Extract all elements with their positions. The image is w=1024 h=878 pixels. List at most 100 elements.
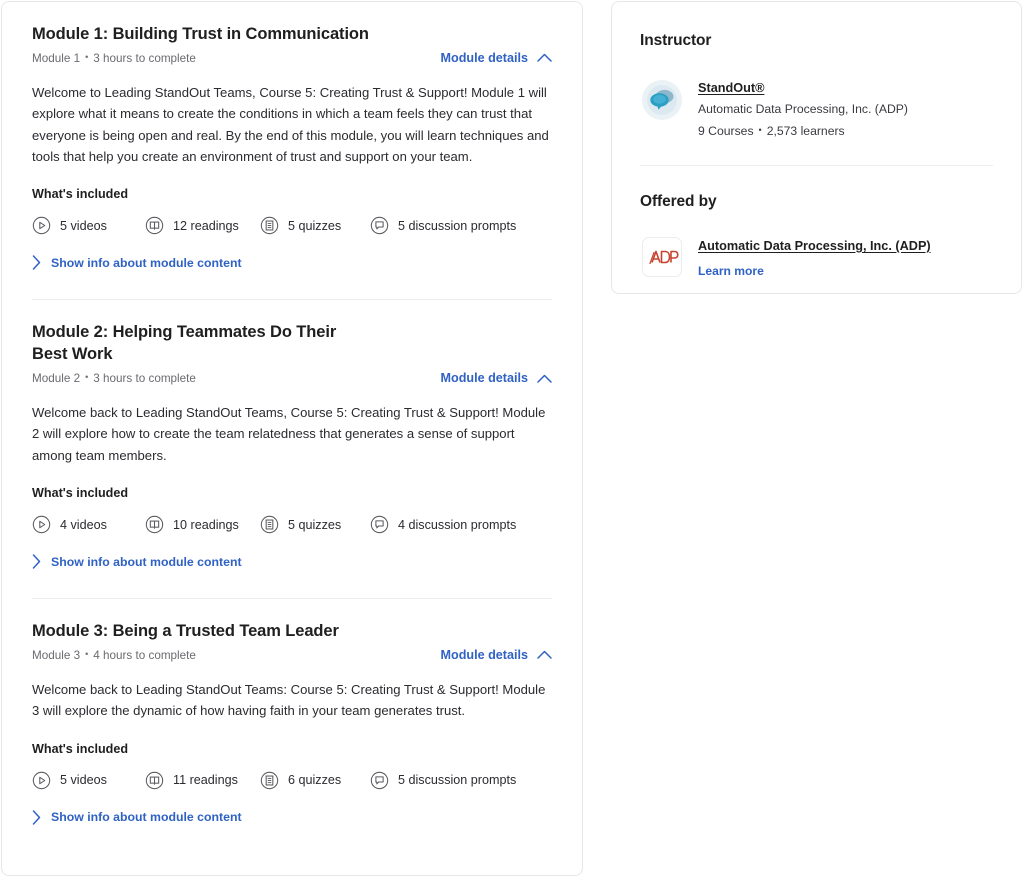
module-item: Module 1: Building Trust in Communicatio… <box>32 2 552 275</box>
show-module-content-toggle[interactable]: Show info about module content <box>32 809 242 825</box>
discussion-bubble-icon <box>370 217 389 235</box>
module-meta: Module 3 • 4 hours to complete <box>32 648 427 663</box>
module-number-label: Module 1 <box>32 51 81 65</box>
included-items-row: 5 videos 11 readings 6 quizzes 5 discuss… <box>32 771 552 790</box>
learn-more-link[interactable]: Learn more <box>698 264 764 278</box>
videos-count-label: 5 videos <box>60 773 107 788</box>
chevron-right-icon <box>32 554 41 569</box>
instructor-learner-count: 2,573 learners <box>766 123 845 138</box>
readings-count-label: 12 readings <box>173 218 239 233</box>
included-discussion-prompts: 5 discussion prompts <box>370 771 516 790</box>
whats-included-heading: What's included <box>32 486 129 500</box>
included-discussion-prompts: 4 discussion prompts <box>370 515 516 534</box>
module-title: Module 2: Helping Teammates Do Their Bes… <box>32 323 337 364</box>
video-play-icon <box>32 217 51 235</box>
module-duration-label: 4 hours to complete <box>93 648 196 662</box>
included-readings: 10 readings <box>145 515 260 534</box>
sidebar-divider <box>640 164 993 166</box>
meta-separator: • <box>85 52 89 63</box>
whats-included-heading: What's included <box>32 741 129 756</box>
stats-separator: • <box>758 125 762 136</box>
quizzes-count-label: 5 quizzes <box>288 218 342 233</box>
included-videos: 5 videos <box>32 771 145 790</box>
speech-bubbles-avatar-icon <box>642 80 682 120</box>
module-header-left: Module 2: Helping Teammates Do Their Bes… <box>32 322 427 386</box>
offered-by-heading: Offered by <box>640 192 717 210</box>
module-details-label: Module details <box>440 50 528 65</box>
chevron-right-icon <box>32 255 41 271</box>
provider-row: Automatic Data Processing, Inc. (ADP) Le… <box>640 235 993 280</box>
module-meta: Module 1 • 3 hours to complete <box>32 51 427 66</box>
book-readings-icon <box>145 515 164 534</box>
module-details-label: Module details <box>440 371 528 386</box>
provider-info: Automatic Data Processing, Inc. (ADP) Le… <box>698 235 931 280</box>
module-duration-label: 3 hours to complete <box>93 371 196 385</box>
included-videos: 5 videos <box>32 216 145 235</box>
module-number-label: Module 3 <box>32 648 81 662</box>
module-description: Welcome back to Leading StandOut Teams, … <box>32 405 546 463</box>
book-readings-icon <box>145 771 164 789</box>
chevron-up-icon <box>537 651 552 660</box>
instructor-name-link[interactable]: StandOut® <box>698 81 764 95</box>
included-quizzes: 6 quizzes <box>260 771 370 790</box>
quizzes-count-label: 6 quizzes <box>288 773 342 788</box>
module-duration-label: 3 hours to complete <box>93 51 196 65</box>
video-play-icon <box>32 771 51 789</box>
module-item: Module 2: Helping Teammates Do Their Bes… <box>32 300 552 574</box>
book-readings-icon <box>145 217 164 235</box>
chevron-right-icon <box>32 809 41 825</box>
whats-included-heading: What's included <box>32 187 129 202</box>
adp-logo <box>642 236 682 277</box>
module-description: Welcome back to Leading StandOut Teams: … <box>32 681 546 719</box>
module-details-toggle[interactable]: Module details <box>441 51 552 66</box>
instructor-sidebar-card: Instructor StandOut® Automatic Data Proc… <box>611 1 1022 294</box>
included-discussion-prompts: 5 discussion prompts <box>370 216 516 235</box>
chevron-up-icon <box>537 374 552 383</box>
adp-logo-icon <box>649 250 679 264</box>
module-number-label: Module 2 <box>32 371 81 385</box>
videos-count-label: 4 videos <box>60 517 107 532</box>
module-title: Module 3: Being a Trusted Team Leader <box>32 622 339 640</box>
instructor-course-count: 9 Courses <box>698 123 754 138</box>
provider-name-link[interactable]: Automatic Data Processing, Inc. (ADP) <box>698 239 931 253</box>
module-title: Module 1: Building Trust in Communicatio… <box>32 25 369 43</box>
module-details-toggle[interactable]: Module details <box>441 648 552 663</box>
included-quizzes: 5 quizzes <box>260 515 370 534</box>
meta-separator: • <box>85 372 89 383</box>
module-header: Module 1: Building Trust in Communicatio… <box>32 24 552 66</box>
module-details-label: Module details <box>440 647 528 662</box>
instructor-avatar <box>642 80 682 120</box>
instructor-row: StandOut® Automatic Data Processing, Inc… <box>640 78 993 140</box>
meta-separator: • <box>85 649 89 660</box>
show-module-content-label: Show info about module content <box>51 255 242 270</box>
instructor-organization: Automatic Data Processing, Inc. (ADP) <box>698 102 908 116</box>
included-items-row: 5 videos 12 readings 5 quizzes 5 discuss… <box>32 216 552 235</box>
show-module-content-toggle[interactable]: Show info about module content <box>32 255 242 271</box>
included-videos: 4 videos <box>32 515 145 534</box>
course-modules-page: Module 1: Building Trust in Communicatio… <box>0 0 1024 878</box>
readings-count-label: 10 readings <box>173 517 239 532</box>
show-module-content-toggle[interactable]: Show info about module content <box>32 554 242 569</box>
module-description: Welcome to Leading StandOut Teams, Cours… <box>32 84 549 164</box>
quiz-document-icon <box>260 217 279 235</box>
quiz-document-icon <box>260 515 279 534</box>
videos-count-label: 5 videos <box>60 218 107 233</box>
module-details-toggle[interactable]: Module details <box>441 371 552 386</box>
included-readings: 11 readings <box>145 771 260 790</box>
included-readings: 12 readings <box>145 216 260 235</box>
quizzes-count-label: 5 quizzes <box>288 517 342 532</box>
instructor-info: StandOut® Automatic Data Processing, Inc… <box>698 78 908 140</box>
included-quizzes: 5 quizzes <box>260 216 370 235</box>
instructor-heading: Instructor <box>640 32 712 49</box>
discussion-bubble-icon <box>370 515 389 534</box>
video-play-icon <box>32 515 51 534</box>
quiz-document-icon <box>260 771 279 789</box>
module-header: Module 2: Helping Teammates Do Their Bes… <box>32 322 552 386</box>
chevron-up-icon <box>537 54 552 63</box>
module-header: Module 3: Being a Trusted Team Leader Mo… <box>32 621 552 663</box>
discussions-count-label: 5 discussion prompts <box>398 773 517 788</box>
modules-card: Module 1: Building Trust in Communicatio… <box>1 1 583 876</box>
module-item: Module 3: Being a Trusted Team Leader Mo… <box>32 599 552 830</box>
discussions-count-label: 4 discussion prompts <box>398 517 517 532</box>
discussions-count-label: 5 discussion prompts <box>398 218 517 233</box>
